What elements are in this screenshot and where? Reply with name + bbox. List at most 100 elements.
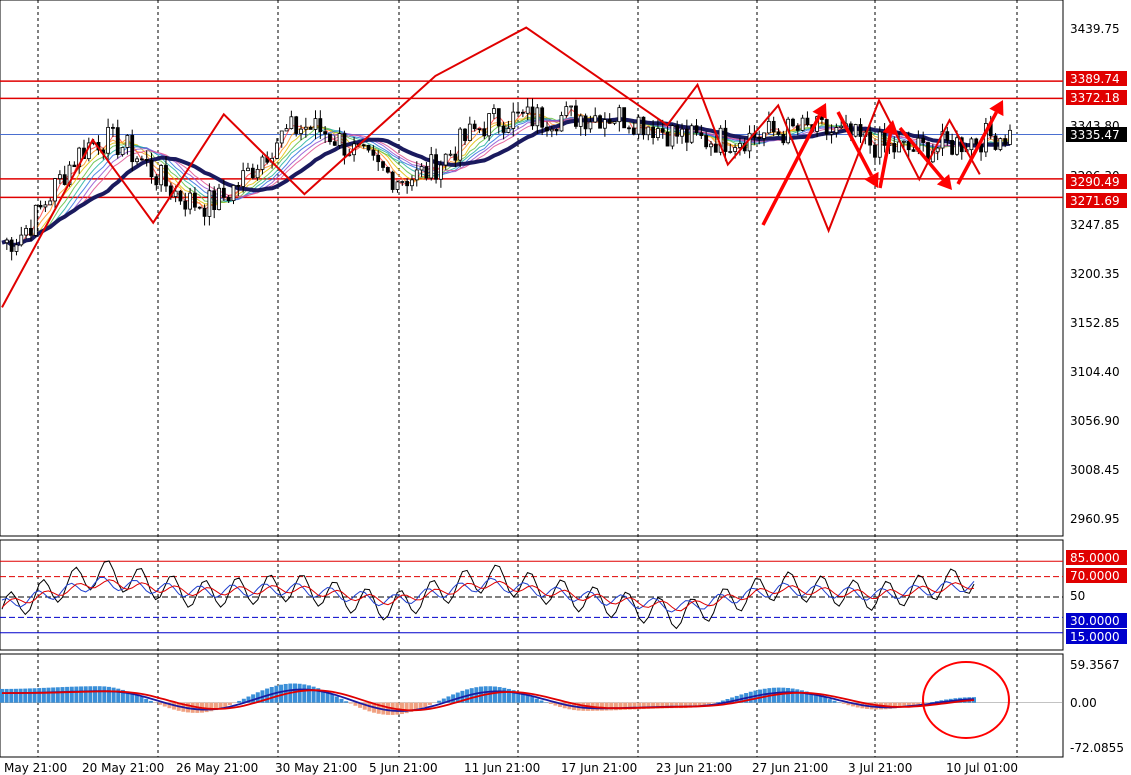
macd-histogram-bar bbox=[9, 688, 14, 703]
candle-body bbox=[376, 154, 381, 163]
candle-body bbox=[149, 160, 154, 178]
candle-body bbox=[704, 135, 709, 148]
candle-body bbox=[738, 143, 742, 148]
date-tick: May 21:00 bbox=[4, 761, 67, 775]
candle-body bbox=[839, 125, 844, 128]
candle-body bbox=[482, 128, 487, 137]
macd-histogram-bar bbox=[279, 684, 284, 703]
osc-tag-70: 70.0000 bbox=[1066, 568, 1127, 583]
candle-body bbox=[410, 179, 414, 187]
candle-body bbox=[873, 144, 877, 158]
date-axis: May 21:00 20 May 21:00 26 May 21:00 30 M… bbox=[4, 761, 1018, 775]
candle-body bbox=[188, 192, 192, 210]
macd-tick-zero: 0.00 bbox=[1070, 696, 1097, 710]
candle-body bbox=[950, 140, 955, 155]
candle-body bbox=[289, 116, 294, 129]
macd-histogram-bar bbox=[227, 702, 232, 706]
candle-body bbox=[9, 239, 14, 252]
candle-body bbox=[805, 117, 810, 126]
candle-body bbox=[154, 176, 159, 186]
candle-body bbox=[993, 135, 998, 150]
candle-body bbox=[419, 166, 424, 171]
candle-body bbox=[125, 135, 130, 148]
candle-body bbox=[525, 106, 530, 114]
candle-body bbox=[709, 143, 713, 148]
macd-histogram-bar bbox=[604, 702, 609, 711]
macd-histogram-bar bbox=[306, 685, 311, 703]
level-tag-3271: 3271.69 bbox=[1066, 193, 1127, 208]
candle-body bbox=[193, 192, 197, 208]
macd-histogram-bar bbox=[841, 702, 846, 704]
macd-histogram-bar bbox=[311, 686, 316, 703]
macd-histogram-bar bbox=[330, 694, 335, 703]
zigzag-line bbox=[1, 26, 981, 308]
arrow-shaft bbox=[836, 111, 874, 177]
candle-body bbox=[1003, 138, 1008, 145]
candle-body bbox=[641, 116, 646, 136]
trading-chart[interactable]: 3439.75 3343.80 3296.30 3247.85 3200.35 … bbox=[0, 0, 1131, 775]
macd-histogram-bar bbox=[23, 688, 28, 703]
macd-histogram-bar bbox=[148, 700, 153, 703]
candle-body bbox=[260, 156, 265, 170]
candle-body bbox=[771, 120, 776, 133]
candle-body bbox=[472, 123, 477, 130]
macd-histogram-bar bbox=[497, 687, 502, 703]
candle-body bbox=[530, 106, 535, 127]
candle-body bbox=[955, 137, 959, 155]
candle-body bbox=[535, 107, 540, 127]
candle-body bbox=[173, 190, 178, 197]
candle-body bbox=[221, 187, 226, 198]
candle-body bbox=[4, 239, 9, 244]
candle-body bbox=[115, 127, 120, 155]
candle-body bbox=[144, 158, 149, 161]
candle-body bbox=[275, 142, 279, 159]
candle-body bbox=[231, 185, 236, 202]
macd-histogram-bar bbox=[32, 688, 37, 703]
macd-histogram-bar bbox=[790, 688, 795, 703]
macd-histogram-bar bbox=[599, 702, 604, 711]
osc-tag-15: 15.0000 bbox=[1066, 629, 1127, 644]
arrow-shaft bbox=[956, 111, 998, 185]
candle-body bbox=[540, 107, 545, 128]
candle-body bbox=[48, 200, 53, 206]
macd-histogram-bar bbox=[795, 689, 800, 703]
candle-body bbox=[766, 120, 771, 134]
macd-histogram-bar bbox=[79, 686, 84, 703]
macd-histogram-bar bbox=[716, 701, 721, 703]
candle-body bbox=[713, 143, 718, 153]
macd-histogram-bar bbox=[548, 702, 553, 704]
candle-body bbox=[617, 107, 622, 123]
macd-histogram-bar bbox=[106, 686, 111, 703]
candle-body bbox=[834, 127, 839, 133]
candle-body bbox=[607, 119, 612, 124]
candle-body bbox=[342, 133, 347, 156]
candle-body bbox=[400, 181, 405, 183]
svg-text:3372.18: 3372.18 bbox=[1070, 91, 1120, 105]
candle-body bbox=[429, 154, 434, 179]
candle-body bbox=[448, 153, 453, 156]
candle-body bbox=[588, 121, 593, 130]
candle-body bbox=[38, 204, 43, 208]
macd-histogram-bar bbox=[65, 686, 70, 703]
price-tick: 3439.75 bbox=[1070, 22, 1120, 36]
date-tick: 27 Jun 21:00 bbox=[752, 761, 828, 775]
macd-histogram-bar bbox=[437, 700, 442, 703]
candle-body bbox=[747, 132, 752, 152]
candle-body bbox=[906, 140, 911, 151]
candle-body bbox=[453, 153, 458, 161]
candle-body bbox=[197, 206, 202, 209]
candle-body bbox=[385, 167, 390, 173]
candle-body bbox=[781, 133, 786, 144]
candle-body bbox=[583, 115, 588, 130]
candle-body bbox=[660, 128, 665, 133]
candle-body bbox=[665, 131, 670, 147]
candle-body bbox=[800, 117, 805, 131]
candle-body bbox=[463, 128, 467, 141]
macd-histogram-bar bbox=[13, 688, 18, 703]
macd-histogram-bar bbox=[492, 686, 497, 703]
date-tick: 3 Jul 21:00 bbox=[848, 761, 912, 775]
candle-body bbox=[974, 138, 979, 145]
candle-body bbox=[106, 126, 111, 154]
candle-body bbox=[1008, 129, 1012, 145]
candle-body bbox=[656, 128, 660, 138]
